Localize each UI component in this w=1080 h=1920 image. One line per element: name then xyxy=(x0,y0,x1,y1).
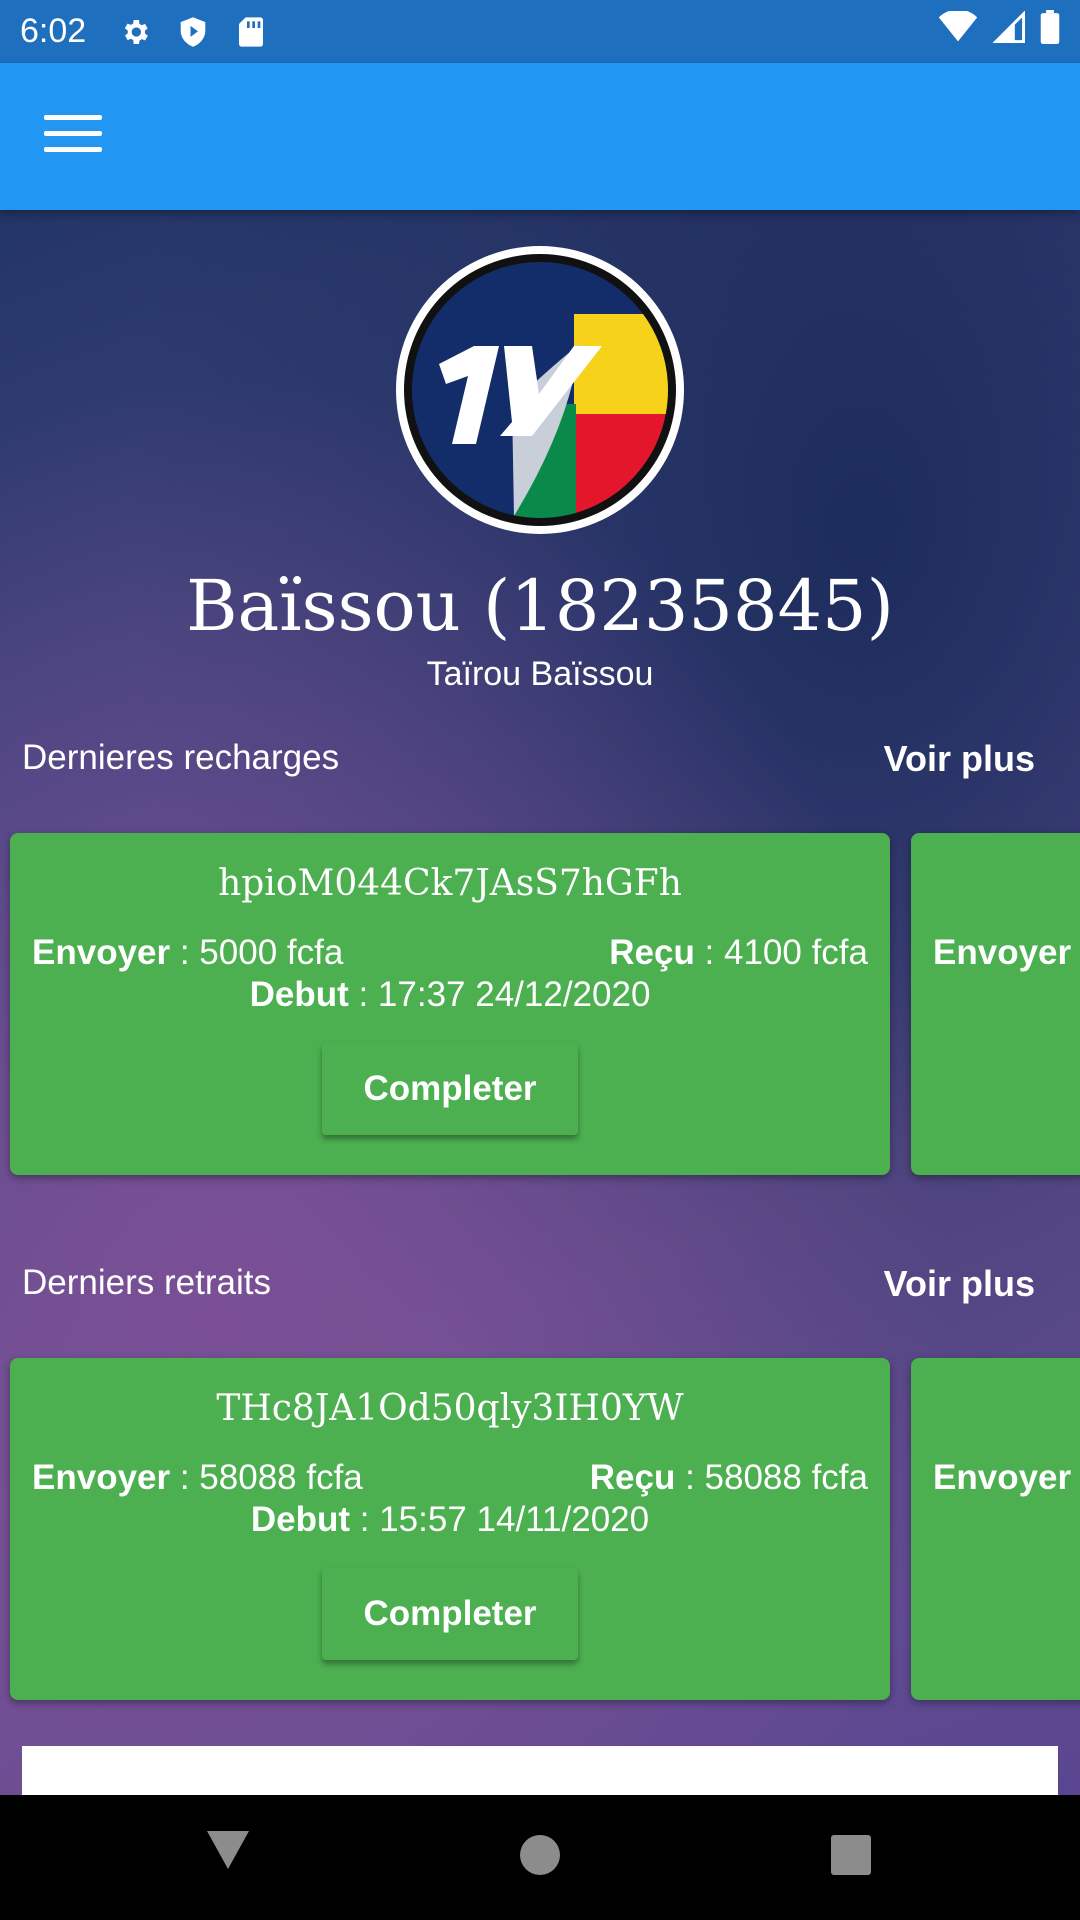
recharges-title: Dernieres recharges xyxy=(22,738,340,777)
recharge-card-next[interactable]: Envoyer : xyxy=(911,833,1080,1175)
user-full-name: Taïrou Baïssou xyxy=(426,655,654,693)
app-bar xyxy=(0,63,1080,210)
user-name: Baïssou (18235845) xyxy=(186,565,894,647)
recent-apps-icon[interactable] xyxy=(831,1835,871,1875)
transaction-code: THc8JA1Od50qly3IH0YW xyxy=(216,1388,684,1429)
retraits-title: Derniers retraits xyxy=(22,1263,271,1302)
completer-button[interactable]: Completer xyxy=(322,1043,578,1135)
recharges-voir-plus-link[interactable]: Voir plus xyxy=(884,738,1035,780)
sent-amount: Envoyer : xyxy=(933,933,1072,972)
hamburger-menu-icon[interactable] xyxy=(44,115,102,159)
system-nav-bar xyxy=(0,1795,1080,1920)
brand-logo xyxy=(396,246,684,534)
sent-amount: Envoyer : 5000 fcfa xyxy=(32,933,344,972)
retrait-card[interactable]: THc8JA1Od50qly3IH0YW Envoyer : 58088 fcf… xyxy=(10,1358,890,1700)
main-content: Baïssou (18235845) Taïrou Baïssou Dernie… xyxy=(0,210,1080,1795)
back-icon[interactable] xyxy=(205,1829,251,1875)
gear-icon xyxy=(118,15,152,49)
shield-play-icon xyxy=(176,15,210,49)
sent-amount: Envoyer : xyxy=(933,1458,1072,1497)
retrait-card-next[interactable]: Envoyer : xyxy=(911,1358,1080,1700)
wifi-icon xyxy=(938,9,978,52)
retraits-voir-plus-link[interactable]: Voir plus xyxy=(884,1263,1035,1305)
status-bar: 6:02 xyxy=(0,0,1080,63)
home-icon[interactable] xyxy=(520,1835,560,1875)
sd-card-icon xyxy=(234,15,268,49)
battery-icon xyxy=(1040,10,1060,53)
completer-button[interactable]: Completer xyxy=(322,1568,578,1660)
received-amount: Reçu : 4100 fcfa xyxy=(609,933,868,972)
received-amount: Reçu : 58088 fcfa xyxy=(589,1458,868,1497)
transaction-code: hpioM044Ck7JAsS7hGFh xyxy=(218,863,682,904)
sent-amount: Envoyer : 58088 fcfa xyxy=(32,1458,363,1497)
status-time: 6:02 xyxy=(20,12,87,50)
start-datetime: Debut : 17:37 24/12/2020 xyxy=(249,975,651,1014)
start-datetime: Debut : 15:57 14/11/2020 xyxy=(250,1500,650,1539)
bottom-panel xyxy=(22,1746,1058,1795)
recharge-card[interactable]: hpioM044Ck7JAsS7hGFh Envoyer : 5000 fcfa… xyxy=(10,833,890,1175)
signal-icon xyxy=(992,10,1026,52)
